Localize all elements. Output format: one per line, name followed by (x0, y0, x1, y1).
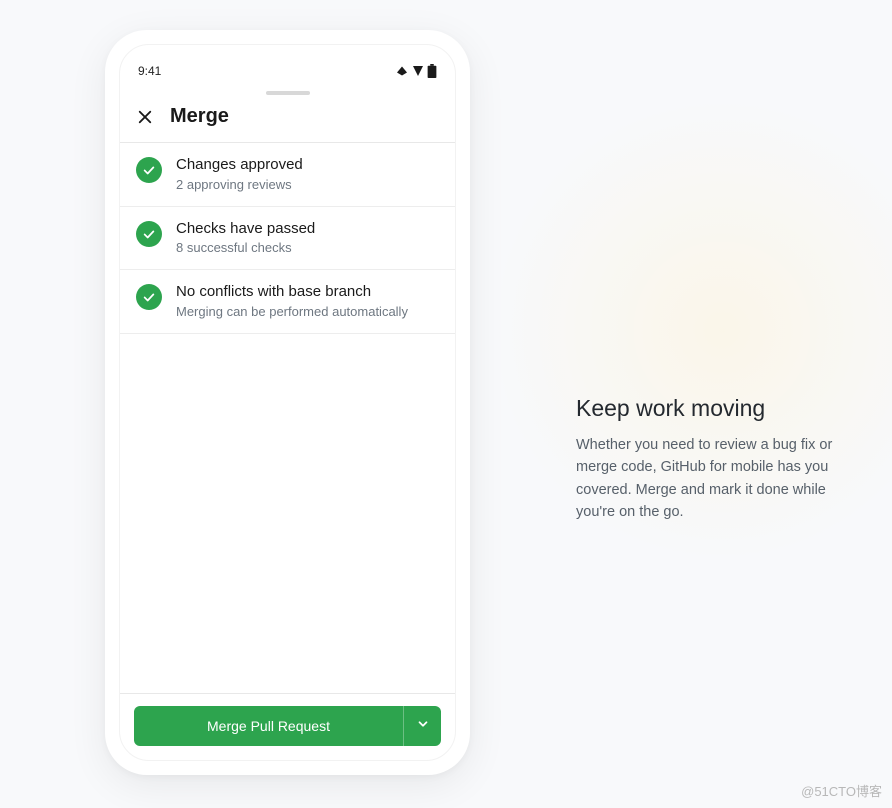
status-indicators (395, 64, 437, 78)
phone-frame: 9:41 Merge (105, 30, 470, 775)
battery-icon (427, 64, 437, 78)
status-subtitle: 2 approving reviews (176, 176, 303, 194)
status-time: 9:41 (138, 64, 161, 78)
status-row-no-conflicts[interactable]: No conflicts with base branch Merging ca… (120, 270, 455, 334)
status-text: No conflicts with base branch Merging ca… (176, 282, 408, 321)
signal-icon (411, 65, 425, 77)
status-subtitle: 8 successful checks (176, 239, 315, 257)
check-icon (136, 284, 162, 310)
status-title: Checks have passed (176, 219, 315, 239)
screen-header: Merge (120, 105, 455, 143)
status-title: No conflicts with base branch (176, 282, 408, 302)
merge-button-group: Merge Pull Request (134, 706, 441, 746)
status-title: Changes approved (176, 155, 303, 175)
promo-heading: Keep work moving (576, 395, 861, 422)
merge-button[interactable]: Merge Pull Request (134, 706, 403, 746)
phone-screen: 9:41 Merge (119, 44, 456, 761)
status-row-changes-approved[interactable]: Changes approved 2 approving reviews (120, 143, 455, 207)
bottom-action-bar: Merge Pull Request (120, 693, 455, 760)
merge-button-label: Merge Pull Request (207, 718, 330, 734)
watermark: @51CTO博客 (801, 781, 882, 800)
check-icon (136, 157, 162, 183)
merge-options-button[interactable] (403, 706, 441, 746)
page-title: Merge (170, 105, 229, 128)
status-text: Checks have passed 8 successful checks (176, 219, 315, 258)
status-list: Changes approved 2 approving reviews Che… (120, 143, 455, 693)
status-bar: 9:41 (120, 53, 455, 89)
status-subtitle: Merging can be performed automatically (176, 303, 408, 321)
wifi-icon (395, 65, 409, 77)
check-icon (136, 221, 162, 247)
promo-block: Keep work moving Whether you need to rev… (576, 395, 861, 524)
status-text: Changes approved 2 approving reviews (176, 155, 303, 194)
status-row-checks-passed[interactable]: Checks have passed 8 successful checks (120, 207, 455, 271)
sheet-handle[interactable] (266, 91, 310, 95)
close-icon[interactable] (136, 108, 154, 126)
chevron-down-icon (416, 717, 430, 736)
promo-body: Whether you need to review a bug fix or … (576, 434, 861, 524)
